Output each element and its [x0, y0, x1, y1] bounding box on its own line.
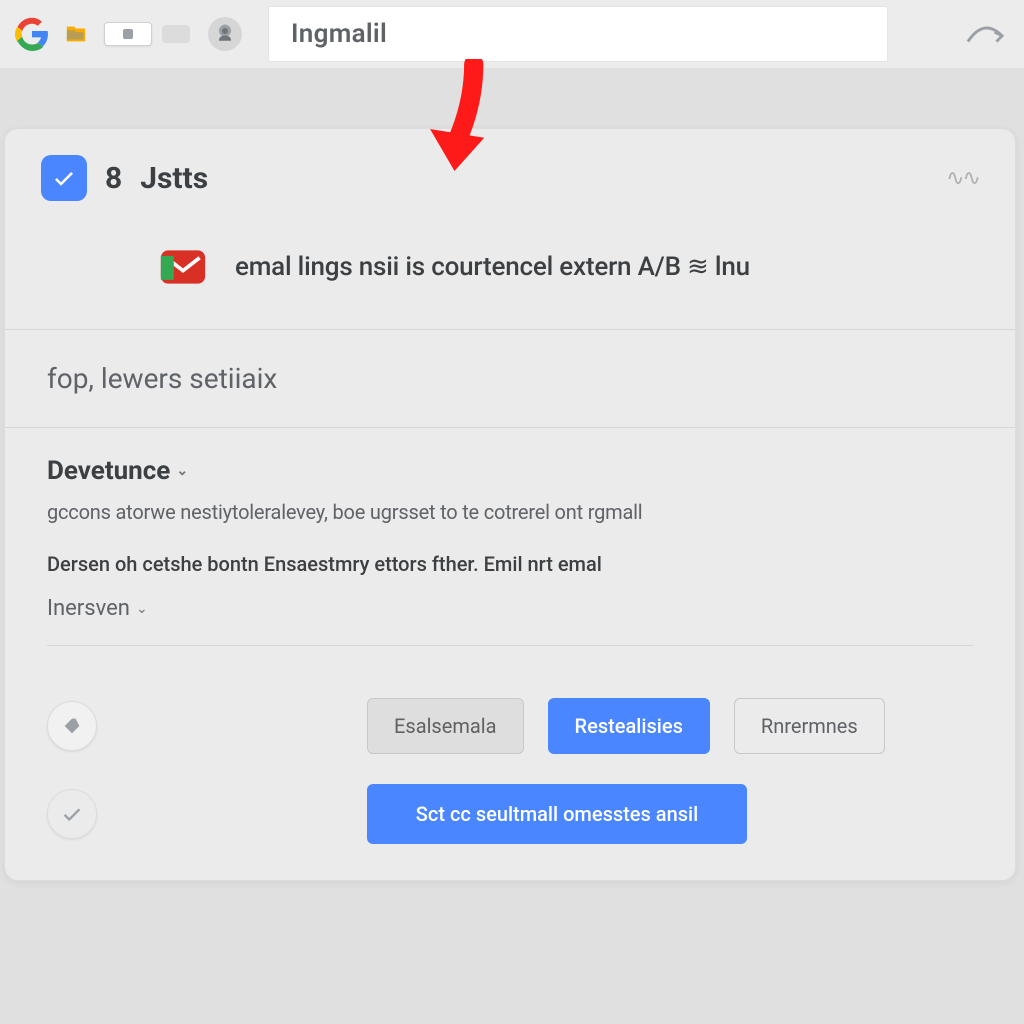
address-text: Ingmalil [291, 19, 387, 49]
header-badge-icon [41, 155, 87, 201]
sub-row-text: emal lings nsii is courtencel extern A/B… [235, 252, 750, 282]
dropdown-select[interactable]: Inersven ⌄ [47, 596, 973, 646]
check-circle-button[interactable] [47, 789, 97, 839]
wide-primary-button[interactable]: Sct cc seultmall omesstes ansil [367, 784, 747, 844]
chevron-down-icon: ⌄ [136, 601, 148, 617]
button-row: Esalsemala Restealisies Rnrermnes [5, 670, 1015, 764]
primary-button[interactable]: Restealisies [548, 698, 710, 754]
send-plane-icon[interactable] [956, 10, 1014, 58]
sub-row: emal lings nsii is courtencel extern A/B… [5, 211, 1015, 330]
header-count: 8 [105, 161, 122, 196]
outline-button-label: Rnrermnes [761, 714, 858, 738]
chevron-down-icon[interactable]: ⌄ [176, 463, 188, 479]
outline-button[interactable]: Rnrermnes [734, 698, 885, 754]
bottom-row: Sct cc seultmall omesstes ansil [5, 764, 1015, 880]
block-desc: gccons atorwe nestiytoleralevey, boe ugr… [47, 498, 973, 526]
row-text-label: fop, lewers setiiaix [47, 362, 277, 395]
address-bar[interactable]: Ingmalil [268, 6, 888, 62]
account-avatar-icon[interactable] [208, 17, 242, 51]
folder-icon [60, 18, 92, 50]
header-title: Jstts [140, 161, 208, 196]
browser-toolbar: Ingmalil [0, 0, 1024, 68]
header-decor-icon: ∿∿ [946, 166, 979, 191]
tab-chip-icon [104, 22, 152, 46]
settings-card: 8 Jstts ∿∿ emal lings nsii is courtencel… [4, 128, 1016, 881]
primary-button-label: Restealisies [575, 714, 683, 738]
block-title: Devetunce ⌄ [47, 456, 973, 486]
decor-chip-icon [162, 25, 190, 43]
settings-block: Devetunce ⌄ gccons atorwe nestiytolerale… [5, 428, 1015, 670]
block-title-text: Devetunce [47, 456, 170, 486]
dropdown-value: Inersven [47, 596, 130, 621]
secondary-button-label: Esalsemala [394, 714, 497, 738]
block-sub: Dersen oh cetshe bontn Ensaestmry ettors… [47, 552, 973, 576]
row-text[interactable]: fop, lewers setiiaix [5, 330, 1015, 428]
secondary-button[interactable]: Esalsemala [367, 698, 524, 754]
wide-primary-button-label: Sct cc seultmall omesstes ansil [416, 802, 698, 826]
mail-app-icon [155, 239, 211, 295]
tag-circle-button[interactable] [47, 701, 97, 751]
section-header: 8 Jstts ∿∿ [5, 129, 1015, 211]
google-g-icon [10, 12, 54, 56]
